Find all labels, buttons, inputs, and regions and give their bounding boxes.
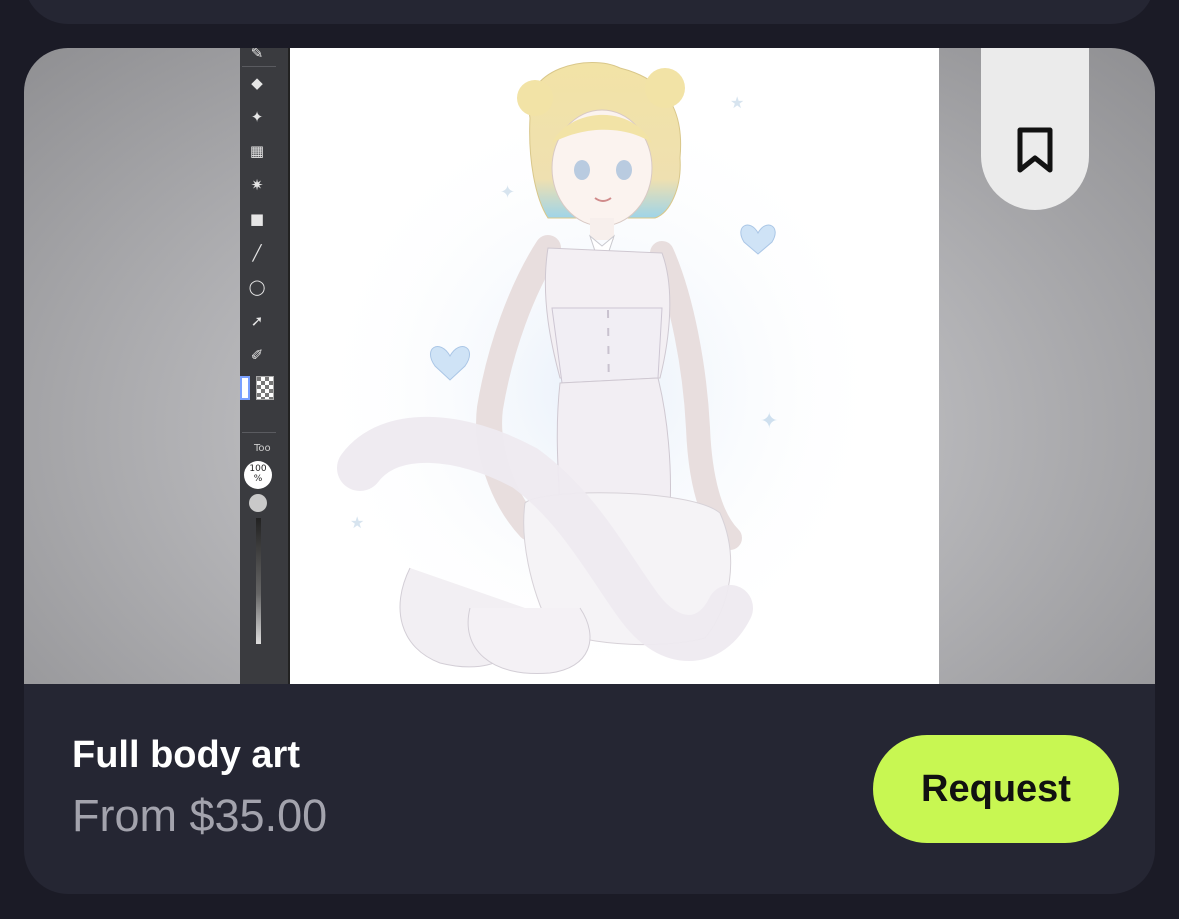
- svg-text:✦: ✦: [500, 182, 515, 203]
- gradient-icon: ■: [249, 210, 265, 228]
- lasso-icon: ◯: [248, 278, 266, 296]
- artwork-canvas: ✦ ✦ ★ ★: [290, 48, 939, 684]
- opacity-unit: %: [253, 474, 263, 484]
- listing-info: Full body art From $35.00 Request: [24, 684, 1155, 894]
- eraser-icon: ◆: [251, 74, 263, 92]
- toolbar-divider: [242, 66, 276, 67]
- svg-text:✦: ✦: [760, 409, 778, 434]
- toolbar-divider: [242, 432, 276, 433]
- character-illustration: ✦ ✦ ★ ★: [310, 61, 890, 684]
- tool-tab-label: Too: [254, 443, 271, 454]
- opacity-value: 100: [249, 464, 267, 474]
- previous-card-bottom: [24, 0, 1155, 24]
- bookmark-button[interactable]: [981, 48, 1089, 210]
- request-button[interactable]: Request: [873, 735, 1119, 843]
- bookmark-icon: [1017, 127, 1053, 173]
- pen-icon: ✎: [250, 48, 264, 62]
- svg-text:★: ★: [350, 513, 364, 532]
- opacity-slider-track: [256, 518, 261, 644]
- listing-price: From $35.00: [72, 790, 328, 841]
- listing-title: Full body art: [72, 734, 300, 776]
- opacity-slider-knob: [249, 494, 267, 512]
- primary-color-swatch: [240, 376, 250, 400]
- eyedropper-icon: ✐: [250, 346, 264, 364]
- grid-icon: ▦: [249, 142, 265, 160]
- sparkle-icon: ✦: [250, 108, 264, 126]
- svg-text:★: ★: [730, 93, 744, 112]
- select-arrow-icon: ➚: [250, 312, 264, 330]
- transparent-color-swatch: [256, 376, 274, 400]
- opacity-badge: 100 %: [244, 461, 272, 489]
- drawing-app-toolbar: ✎ ◆ ✦ ▦ ✷ ■ ╱ ◯ ➚ ✐ Too 100 %: [240, 48, 290, 684]
- line-icon: ╱: [252, 244, 262, 262]
- listing-card[interactable]: ✎ ◆ ✦ ▦ ✷ ■ ╱ ◯ ➚ ✐ Too 100 % ✦ ✦ ★ ★ Fu…: [24, 48, 1155, 894]
- magic-wand-icon: ✷: [250, 176, 264, 194]
- artwork-preview[interactable]: ✎ ◆ ✦ ▦ ✷ ■ ╱ ◯ ➚ ✐ Too 100 % ✦ ✦ ★ ★: [24, 48, 1155, 684]
